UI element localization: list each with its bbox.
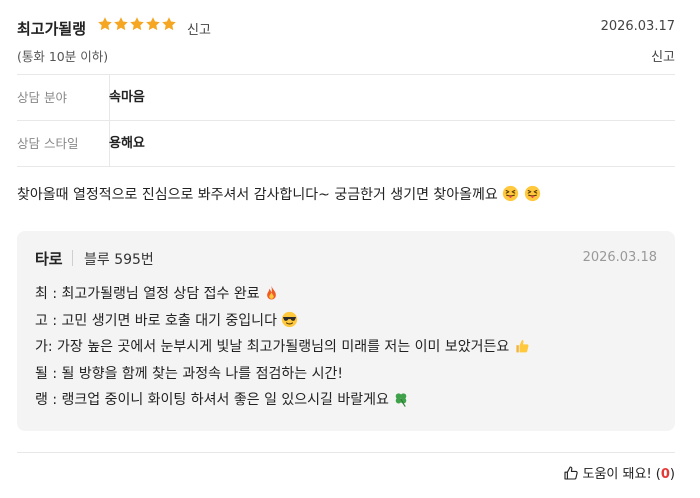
report-button[interactable]: 신고 <box>187 19 211 38</box>
reply-line-text: 될 : 될 방향을 함께 찾는 과정속 나를 점검하는 시간! <box>35 365 343 382</box>
reply-content: 최 : 최고가될랭님 열정 상담 접수 완료 고 : 고민 생기면 바로 호출 … <box>35 281 530 414</box>
four-leaf-clover-emoji <box>396 393 407 407</box>
helpful-label: 도움이 돼요! ( <box>582 467 661 482</box>
reply-line: 랭 : 랭크업 중이니 화이팅 하셔서 좋은 일 있으시길 바랄게요 <box>35 387 530 414</box>
squint-tongue-emoji <box>524 185 540 202</box>
star-icon <box>146 17 160 31</box>
info-value: 용해요 <box>109 136 145 151</box>
counselor-name: 타로 <box>35 250 63 268</box>
star-icon <box>130 17 144 31</box>
reply-line: 될 : 될 방향을 함께 찾는 과정속 나를 점검하는 시간! <box>35 361 530 388</box>
info-label: 상담 분야 <box>17 75 110 120</box>
info-label: 상담 스타일 <box>17 121 110 166</box>
info-row-style: 상담 스타일 용해요 <box>17 120 675 167</box>
review-text: 찾아올때 열정적으로 진심으로 봐주셔서 감사합니다~ 궁금한거 생기면 찾아올… <box>17 187 498 203</box>
review-date: 2026.03.17 <box>600 19 675 34</box>
star-icon <box>98 17 112 31</box>
thumbs-up-emoji <box>516 340 529 353</box>
squint-tongue-emoji <box>503 185 519 202</box>
star-icon <box>162 17 176 31</box>
call-duration: (통화 10분 이하) <box>17 49 109 64</box>
consult-info-table: 상담 분야 속마음 상담 스타일 용해요 <box>17 74 675 167</box>
sunglasses-emoji <box>282 311 298 327</box>
counselor-reply: 타로 블루 595번 2026.03.18 최 : 최고가될랭님 열정 상담 접… <box>17 231 675 431</box>
helpful-close: ) <box>669 467 675 482</box>
reply-line: 최 : 최고가될랭님 열정 상담 접수 완료 <box>35 281 530 308</box>
info-value: 속마음 <box>109 90 145 105</box>
reply-date: 2026.03.18 <box>582 250 657 265</box>
info-row-field: 상담 분야 속마음 <box>17 74 675 120</box>
helpful-button[interactable]: 도움이 돼요! (0) <box>563 463 675 485</box>
reply-line-text: 랭 : 랭크업 중이니 화이팅 하셔서 좋은 일 있으시길 바랄게요 <box>35 392 389 408</box>
reply-line: 가: 가장 높은 곳에서 눈부시게 빛날 최고가될랭님의 미래를 저는 이미 보… <box>35 334 530 361</box>
reply-line: 고 : 고민 생기면 바로 호출 대기 중입니다 <box>35 308 530 335</box>
review-content: 찾아올때 열정적으로 진심으로 봐주셔서 감사합니다~ 궁금한거 생기면 찾아올… <box>17 184 541 204</box>
reply-line-text: 최 : 최고가될랭님 열정 상담 접수 완료 <box>35 286 260 302</box>
fire-emoji <box>267 285 276 300</box>
thumbs-up-icon <box>563 466 578 480</box>
reply-line-text: 고 : 고민 생기면 바로 호출 대기 중입니다 <box>35 312 277 329</box>
footer-divider <box>17 452 675 453</box>
review-subheader: (통화 10분 이하) 신고 <box>17 46 675 66</box>
counselor-code: 블루 595번 <box>84 252 154 268</box>
review-header: 최고가될랭 신고 2026.03.17 <box>17 16 675 40</box>
reviewer-nickname: 최고가될랭 <box>17 20 87 38</box>
star-rating <box>97 16 177 35</box>
reply-line-text: 가: 가장 높은 곳에서 눈부시게 빛날 최고가될랭님의 미래를 저는 이미 보… <box>35 339 510 355</box>
review-card: 최고가될랭 신고 2026.03.17 (통화 10분 이하) 신고 상담 분야… <box>17 0 675 498</box>
report-link[interactable]: 신고 <box>651 46 675 65</box>
helpful-count: 0 <box>660 467 670 482</box>
star-icon <box>114 17 128 31</box>
reply-divider <box>72 250 73 266</box>
